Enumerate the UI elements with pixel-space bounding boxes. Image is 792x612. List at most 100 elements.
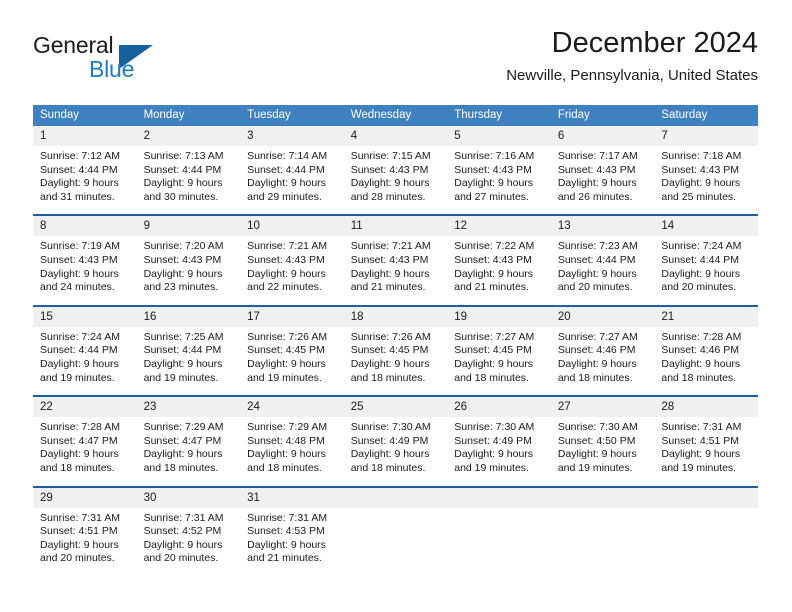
- day-detail-line: Sunset: 4:43 PM: [661, 163, 740, 176]
- day-detail-line: Sunset: 4:47 PM: [40, 434, 118, 447]
- day-cell[interactable]: Sunrise: 7:31 AM Sunset: 4:52 PM Daylight:…: [136, 507, 241, 576]
- day-cell[interactable]: Sunrise: 7:24 AM Sunset: 4:44 PM Daylight:…: [654, 236, 758, 305]
- day-cell[interactable]: Sunrise: 7:21 AM Sunset: 4:43 PM Daylight:…: [343, 236, 448, 305]
- day-detail-line: Sunrise: 7:23 AM: [557, 240, 638, 253]
- day-number[interactable]: 29: [33, 487, 137, 508]
- day-detail-line: and 21 minutes.: [454, 281, 529, 294]
- day-detail-line: Sunset: 4:44 PM: [247, 163, 325, 176]
- day-number[interactable]: 30: [136, 487, 241, 508]
- day-detail-line: and 18 minutes.: [143, 461, 219, 474]
- day-number[interactable]: 25: [343, 397, 448, 418]
- day-cell-empty: [343, 507, 448, 576]
- day-number[interactable]: 2: [136, 126, 241, 146]
- day-cell[interactable]: Sunrise: 7:26 AM Sunset: 4:45 PM Daylight:…: [240, 326, 344, 396]
- day-cell[interactable]: Sunrise: 7:22 AM Sunset: 4:43 PM Daylight:…: [447, 236, 551, 305]
- day-number[interactable]: 22: [33, 397, 137, 418]
- brand-logo[interactable]: General Blue: [33, 32, 213, 88]
- day-number[interactable]: 13: [550, 216, 655, 237]
- day-number[interactable]: 6: [550, 126, 655, 146]
- day-detail-line: and 28 minutes.: [350, 190, 426, 203]
- day-detail-line: Sunrise: 7:25 AM: [143, 330, 224, 343]
- calendar-body: 1 2 3 4 5 6 7 Sunrise: 7:12 AM Sunset: 4:44 PM Da…: [33, 126, 758, 576]
- day-number[interactable]: 10: [240, 216, 344, 237]
- page-subtitle: Newville, Pennsylvania, United States: [506, 67, 758, 84]
- day-number[interactable]: 4: [343, 126, 448, 146]
- day-cell[interactable]: Sunrise: 7:13 AM Sunset: 4:44 PM Daylight:…: [136, 146, 241, 215]
- day-detail-line: Sunset: 4:52 PM: [143, 525, 222, 538]
- day-detail-line: and 18 minutes.: [247, 461, 322, 474]
- day-number[interactable]: 16: [136, 306, 241, 327]
- day-detail-line: Sunset: 4:43 PM: [350, 163, 429, 176]
- day-cell[interactable]: Sunrise: 7:14 AM Sunset: 4:44 PM Daylight:…: [240, 146, 344, 215]
- day-number[interactable]: 23: [136, 397, 241, 418]
- day-cell[interactable]: Sunrise: 7:17 AM Sunset: 4:43 PM Daylight:…: [550, 146, 655, 215]
- day-cell[interactable]: Sunrise: 7:29 AM Sunset: 4:48 PM Daylight:…: [240, 417, 344, 486]
- day-cell[interactable]: Sunrise: 7:12 AM Sunset: 4:44 PM Daylight:…: [33, 146, 137, 215]
- day-cell[interactable]: Sunrise: 7:28 AM Sunset: 4:46 PM Daylight:…: [654, 326, 758, 396]
- day-detail-line: Daylight: 9 hours: [247, 448, 326, 461]
- day-number[interactable]: 9: [136, 216, 241, 237]
- day-cell[interactable]: Sunrise: 7:24 AM Sunset: 4:44 PM Daylight:…: [33, 326, 137, 396]
- day-detail-line: Sunset: 4:49 PM: [350, 434, 429, 447]
- day-number[interactable]: 1: [33, 126, 137, 146]
- day-cell[interactable]: Sunrise: 7:25 AM Sunset: 4:44 PM Daylight:…: [136, 326, 241, 396]
- day-number[interactable]: 11: [343, 216, 448, 237]
- day-cell[interactable]: Sunrise: 7:27 AM Sunset: 4:45 PM Daylight:…: [447, 326, 551, 396]
- day-detail-line: and 19 minutes.: [40, 371, 115, 384]
- day-detail-line: and 19 minutes.: [247, 371, 322, 384]
- day-detail-line: and 23 minutes.: [143, 281, 219, 294]
- day-number[interactable]: 7: [654, 126, 758, 146]
- day-detail-line: Sunrise: 7:21 AM: [350, 240, 431, 253]
- day-number[interactable]: 17: [240, 306, 344, 327]
- day-detail-line: Sunset: 4:46 PM: [557, 344, 636, 357]
- day-cell[interactable]: Sunrise: 7:30 AM Sunset: 4:50 PM Daylight:…: [550, 417, 655, 486]
- day-detail-line: and 20 minutes.: [661, 281, 737, 294]
- day-number[interactable]: 3: [240, 126, 344, 146]
- day-cell[interactable]: Sunrise: 7:27 AM Sunset: 4:46 PM Daylight:…: [550, 326, 655, 396]
- day-cell[interactable]: Sunrise: 7:16 AM Sunset: 4:43 PM Daylight:…: [447, 146, 551, 215]
- day-cell[interactable]: Sunrise: 7:30 AM Sunset: 4:49 PM Daylight:…: [447, 417, 551, 486]
- day-detail-line: Sunrise: 7:27 AM: [454, 330, 535, 343]
- day-detail-line: and 31 minutes.: [40, 190, 115, 203]
- day-number[interactable]: 21: [654, 306, 758, 327]
- day-detail-row: Sunrise: 7:31 AM Sunset: 4:51 PM Daylight:…: [33, 507, 758, 576]
- day-cell[interactable]: Sunrise: 7:23 AM Sunset: 4:44 PM Daylight:…: [550, 236, 655, 305]
- day-cell[interactable]: Sunrise: 7:31 AM Sunset: 4:53 PM Daylight:…: [240, 507, 344, 576]
- page-title: December 2024: [551, 27, 758, 59]
- day-cell[interactable]: Sunrise: 7:31 AM Sunset: 4:51 PM Daylight:…: [654, 417, 758, 486]
- day-detail-line: Daylight: 9 hours: [661, 448, 741, 461]
- day-number[interactable]: 15: [33, 306, 137, 327]
- day-detail-line: Daylight: 9 hours: [350, 448, 430, 461]
- day-cell[interactable]: Sunrise: 7:31 AM Sunset: 4:51 PM Daylight:…: [33, 507, 137, 576]
- day-cell[interactable]: Sunrise: 7:26 AM Sunset: 4:45 PM Daylight:…: [343, 326, 448, 396]
- day-number[interactable]: 18: [343, 306, 448, 327]
- day-number[interactable]: 5: [447, 126, 551, 146]
- day-detail-line: Sunrise: 7:19 AM: [40, 240, 120, 253]
- day-number[interactable]: 31: [240, 487, 344, 508]
- day-number[interactable]: 28: [654, 397, 758, 418]
- day-number[interactable]: 26: [447, 397, 551, 418]
- day-cell[interactable]: Sunrise: 7:19 AM Sunset: 4:43 PM Daylight:…: [33, 236, 137, 305]
- day-number[interactable]: 8: [33, 216, 137, 237]
- day-detail-line: Daylight: 9 hours: [247, 177, 326, 190]
- day-detail-line: and 22 minutes.: [247, 281, 322, 294]
- day-detail-line: Sunrise: 7:31 AM: [661, 421, 742, 434]
- day-number[interactable]: 14: [654, 216, 758, 237]
- day-cell[interactable]: Sunrise: 7:28 AM Sunset: 4:47 PM Daylight:…: [33, 417, 137, 486]
- day-cell[interactable]: Sunrise: 7:29 AM Sunset: 4:47 PM Daylight:…: [136, 417, 241, 486]
- day-number[interactable]: 27: [550, 397, 655, 418]
- day-number[interactable]: 24: [240, 397, 344, 418]
- day-header-thursday: Thursday: [447, 105, 551, 126]
- day-cell[interactable]: Sunrise: 7:18 AM Sunset: 4:43 PM Daylight:…: [654, 146, 758, 215]
- day-cell[interactable]: Sunrise: 7:15 AM Sunset: 4:43 PM Daylight:…: [343, 146, 448, 215]
- day-header-monday: Monday: [136, 105, 241, 126]
- day-cell[interactable]: Sunrise: 7:30 AM Sunset: 4:49 PM Daylight:…: [343, 417, 448, 486]
- day-number[interactable]: 20: [550, 306, 655, 327]
- day-detail-line: Daylight: 9 hours: [247, 267, 326, 280]
- day-cell[interactable]: Sunrise: 7:20 AM Sunset: 4:43 PM Daylight:…: [136, 236, 241, 305]
- day-cell[interactable]: Sunrise: 7:21 AM Sunset: 4:43 PM Daylight:…: [240, 236, 344, 305]
- day-detail-line: and 18 minutes.: [661, 371, 737, 384]
- day-number[interactable]: 19: [447, 306, 551, 327]
- day-detail-line: Daylight: 9 hours: [557, 177, 637, 190]
- day-number[interactable]: 12: [447, 216, 551, 237]
